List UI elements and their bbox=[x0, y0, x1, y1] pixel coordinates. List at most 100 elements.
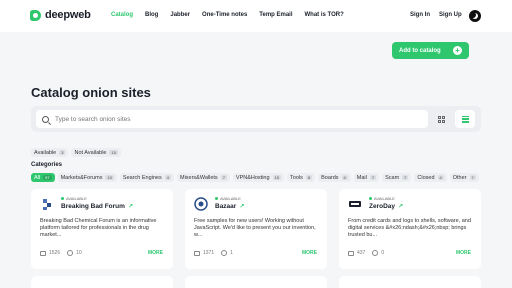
deepweb-logo-icon bbox=[30, 9, 41, 21]
category-filters: All 97 Markets&Forums 15 Search Engines 4 M… bbox=[31, 173, 479, 182]
search-bar bbox=[31, 106, 481, 132]
category-label: All bbox=[34, 174, 41, 181]
add-to-catalog-button[interactable]: Add to catalog + bbox=[392, 42, 469, 59]
like-count: 437 bbox=[357, 250, 366, 256]
card-stats: 1526 10 bbox=[40, 250, 82, 256]
site-card[interactable]: AVAILABLE ZeroDay ↗ From credit cards and… bbox=[339, 189, 481, 269]
category-label: Markets&Forums bbox=[60, 174, 103, 181]
more-link[interactable]: MORE bbox=[456, 250, 471, 256]
comment-icon[interactable] bbox=[221, 250, 228, 256]
theme-toggle-icon[interactable] bbox=[469, 10, 481, 22]
site-description: From credit cards and logs to shells, so… bbox=[348, 218, 471, 238]
category-label: Search Engines bbox=[122, 174, 162, 181]
add-to-catalog-label: Add to catalog bbox=[399, 47, 441, 54]
like-icon[interactable] bbox=[348, 250, 354, 256]
page-title: Catalog onion sites bbox=[31, 85, 151, 100]
zeroday-logo-icon bbox=[349, 201, 361, 207]
nav-item-one-time-notes[interactable]: One-Time notes bbox=[202, 12, 247, 18]
like-icon[interactable] bbox=[40, 250, 46, 256]
external-link-icon[interactable]: ↗ bbox=[128, 204, 133, 210]
site-card[interactable]: AVAILABLE Breaking Bad Forum ↗ Breaking B… bbox=[31, 189, 173, 269]
category-mail[interactable]: Mail 7 bbox=[353, 173, 380, 182]
category-label: Tools bbox=[290, 174, 303, 181]
list-view-icon bbox=[461, 115, 469, 123]
category-boards[interactable]: Boards 4 bbox=[318, 173, 351, 182]
top-header: deepweb Catalog Blog Jabber One-Time not… bbox=[0, 0, 512, 32]
status-badge: AVAILABLE bbox=[369, 196, 395, 201]
external-link-icon[interactable]: ↗ bbox=[398, 204, 403, 210]
category-label: Scam bbox=[385, 174, 400, 181]
external-link-icon[interactable]: ↗ bbox=[239, 204, 244, 210]
availability-filters: Available 3 Not Available 15 bbox=[31, 148, 121, 157]
comment-count: 10 bbox=[76, 250, 82, 256]
category-count: 15 bbox=[272, 175, 282, 180]
main-nav: Catalog Blog Jabber One-Time notes Temp … bbox=[111, 12, 356, 18]
brand-logo[interactable]: deepweb bbox=[30, 9, 91, 21]
nav-item-jabber[interactable]: Jabber bbox=[170, 12, 190, 18]
site-card-partial[interactable] bbox=[31, 276, 173, 288]
category-count: 4 bbox=[437, 175, 444, 180]
category-count: 7 bbox=[469, 175, 476, 180]
sign-in-link[interactable]: Sign In bbox=[410, 12, 430, 18]
nav-item-catalog[interactable]: Catalog bbox=[111, 12, 133, 18]
filter-available[interactable]: Available 3 bbox=[31, 148, 69, 157]
category-all[interactable]: All 97 bbox=[31, 173, 55, 182]
category-mixers-wallets[interactable]: Mixers&Wallets 7 bbox=[176, 173, 230, 182]
nav-item-what-is-tor[interactable]: What is TOR? bbox=[305, 12, 344, 18]
bazaar-logo-icon bbox=[194, 197, 208, 211]
categories-heading: Categories bbox=[31, 162, 63, 168]
category-label: Other bbox=[452, 174, 467, 181]
site-card-partial[interactable] bbox=[185, 276, 327, 288]
filter-count: 3 bbox=[59, 150, 66, 155]
filter-label: Not Available bbox=[74, 149, 107, 156]
status-badge: AVAILABLE bbox=[215, 196, 241, 201]
category-label: Boards bbox=[321, 174, 339, 181]
site-card[interactable]: AVAILABLE Bazaar ↗ Free samples for new u… bbox=[185, 189, 327, 269]
category-count: 7 bbox=[369, 175, 377, 180]
site-card-partial[interactable] bbox=[339, 276, 481, 288]
category-label: Mail bbox=[356, 174, 367, 181]
site-name[interactable]: Breaking Bad Forum ↗ bbox=[61, 203, 133, 210]
comment-icon[interactable] bbox=[372, 250, 379, 256]
like-count: 1526 bbox=[49, 250, 61, 256]
category-scam[interactable]: Scam 7 bbox=[382, 173, 412, 182]
nav-item-temp-email[interactable]: Temp Email bbox=[259, 12, 292, 18]
site-name[interactable]: Bazaar ↗ bbox=[215, 203, 244, 210]
more-link[interactable]: MORE bbox=[302, 250, 317, 256]
filter-not-available[interactable]: Not Available 15 bbox=[71, 148, 121, 157]
site-description: Breaking Bad Chemical Forum is an inform… bbox=[40, 218, 157, 238]
category-count: 15 bbox=[105, 175, 114, 180]
filter-count: 15 bbox=[109, 150, 118, 155]
search-icon bbox=[42, 115, 49, 123]
filter-label: Available bbox=[34, 149, 57, 156]
card-stats: 1371 1 bbox=[194, 250, 233, 256]
category-other[interactable]: Other 7 bbox=[449, 173, 479, 182]
category-vpn-hosting[interactable]: VPN&Hosting 15 bbox=[232, 173, 285, 182]
grid-view-button[interactable] bbox=[432, 110, 450, 128]
search-field[interactable] bbox=[36, 110, 428, 128]
category-label: Closed bbox=[417, 174, 435, 181]
more-link[interactable]: MORE bbox=[148, 250, 163, 256]
comment-count: 0 bbox=[381, 250, 385, 256]
category-label: Mixers&Wallets bbox=[179, 174, 218, 181]
category-count: 97 bbox=[43, 175, 52, 180]
category-count: 4 bbox=[164, 175, 171, 180]
comment-icon[interactable] bbox=[67, 250, 74, 256]
site-name[interactable]: ZeroDay ↗ bbox=[369, 203, 403, 210]
category-count: 7 bbox=[402, 175, 409, 180]
brand-name: deepweb bbox=[45, 9, 91, 21]
grid-view-icon bbox=[437, 115, 445, 123]
category-markets-forums[interactable]: Markets&Forums 15 bbox=[57, 173, 117, 182]
nav-item-blog[interactable]: Blog bbox=[145, 12, 158, 18]
like-icon[interactable] bbox=[194, 250, 200, 256]
category-search-engines[interactable]: Search Engines 4 bbox=[119, 173, 174, 182]
search-input[interactable] bbox=[55, 115, 355, 123]
category-tools[interactable]: Tools 8 bbox=[287, 173, 316, 182]
category-closed[interactable]: Closed 4 bbox=[414, 173, 447, 182]
category-count: 4 bbox=[341, 175, 348, 180]
comment-count: 1 bbox=[230, 250, 233, 256]
status-badge: AVAILABLE bbox=[61, 196, 87, 201]
category-count: 8 bbox=[305, 175, 313, 180]
sign-up-link[interactable]: Sign Up bbox=[439, 12, 462, 18]
list-view-button[interactable] bbox=[455, 110, 475, 128]
